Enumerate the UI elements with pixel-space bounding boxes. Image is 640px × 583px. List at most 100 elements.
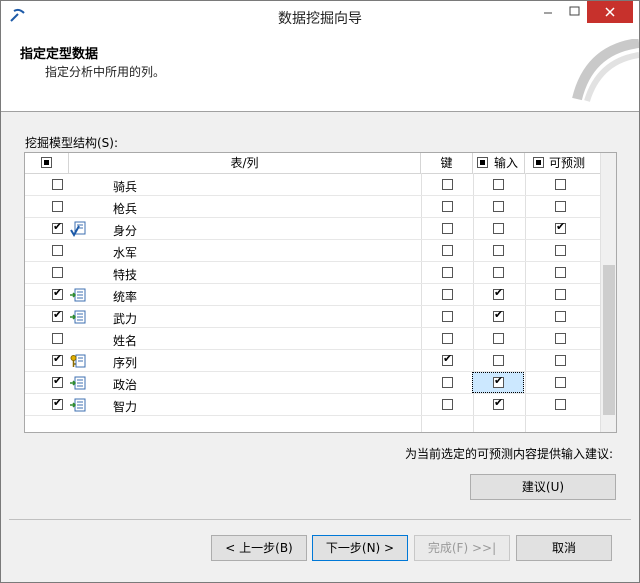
column-name: 序列 [113, 356, 138, 370]
table-row: 智力 [25, 394, 600, 416]
input-checkbox[interactable] [493, 179, 504, 190]
wizard-banner-icon [572, 39, 639, 102]
column-name: 水军 [113, 246, 138, 260]
grid-scrollbar[interactable] [600, 153, 616, 432]
footer-divider [9, 519, 631, 520]
close-icon [605, 7, 615, 17]
table-row: 特技 [25, 262, 600, 284]
suggest-button[interactable]: 建议(U) [470, 474, 616, 500]
key-checkbox[interactable] [442, 245, 453, 256]
predict-checkbox[interactable] [555, 201, 566, 212]
column-name: 枪兵 [113, 202, 138, 216]
input-checkbox[interactable] [493, 355, 504, 366]
table-row: 身分 [25, 218, 600, 240]
key-checkbox[interactable] [442, 352, 453, 366]
use-column-checkbox[interactable] [52, 352, 63, 366]
header-predict: 可预测 [549, 156, 586, 170]
page-title: 指定定型数据 [20, 47, 99, 62]
use-column-checkbox[interactable] [52, 333, 63, 344]
column-name: 姓名 [113, 334, 138, 348]
table-row: 姓名 [25, 328, 600, 350]
input-checkbox[interactable] [493, 308, 504, 322]
structure-label: 挖掘模型结构(S): [25, 136, 119, 150]
wizard-window: 数据挖掘向导 指定定型数据 指定分析中所用的列。 挖掘模型结构(S): 表/列 … [0, 0, 640, 583]
finish-button[interactable]: 完成(F) >>| [414, 535, 510, 561]
header-key: 键 [421, 153, 473, 173]
key-checkbox[interactable] [442, 201, 453, 212]
minimize-button[interactable] [533, 1, 563, 23]
key-checkbox[interactable] [442, 399, 453, 410]
table-row: 武力 [25, 306, 600, 328]
use-column-checkbox[interactable] [52, 179, 63, 190]
maximize-icon [569, 6, 580, 16]
column-name: 武力 [113, 312, 138, 326]
predict-checkbox[interactable] [555, 399, 566, 410]
use-column-checkbox[interactable] [52, 201, 63, 212]
key-column-icon [70, 353, 86, 369]
use-column-checkbox[interactable] [52, 267, 63, 278]
header-input-checkbox[interactable] [477, 157, 488, 168]
column-name: 身分 [113, 224, 138, 238]
input-checkbox[interactable] [493, 396, 504, 410]
key-checkbox[interactable] [442, 223, 453, 234]
input-column-icon [70, 309, 86, 325]
use-column-checkbox[interactable] [52, 396, 63, 410]
predict-checkbox[interactable] [555, 289, 566, 300]
cancel-button[interactable]: 取消 [516, 535, 612, 561]
header-use-checkbox[interactable] [41, 157, 52, 168]
grid-header: 表/列 键 输入 可预测 [25, 153, 600, 174]
input-checkbox[interactable] [493, 267, 504, 278]
key-checkbox[interactable] [442, 179, 453, 190]
key-checkbox[interactable] [442, 377, 453, 388]
header-input: 输入 [494, 156, 519, 170]
use-column-checkbox[interactable] [52, 245, 63, 256]
table-row: 水军 [25, 240, 600, 262]
header-predict-checkbox[interactable] [533, 157, 544, 168]
column-name: 政治 [113, 378, 138, 392]
column-name: 统率 [113, 290, 138, 304]
page-subtitle: 指定分析中所用的列。 [45, 65, 166, 79]
predict-checkbox[interactable] [555, 311, 566, 322]
scrollbar-thumb[interactable] [603, 265, 615, 415]
key-checkbox[interactable] [442, 333, 453, 344]
table-row: 政治 [25, 372, 600, 394]
next-button[interactable]: 下一步(N) > [312, 535, 408, 561]
predict-checkbox[interactable] [555, 267, 566, 278]
table-row: 枪兵 [25, 196, 600, 218]
predict-checkbox[interactable] [555, 179, 566, 190]
back-button[interactable]: < 上一步(B) [211, 535, 307, 561]
input-checkbox[interactable] [493, 245, 504, 256]
input-checkbox[interactable] [493, 201, 504, 212]
table-row: 序列 [25, 350, 600, 372]
input-column-icon [70, 397, 86, 413]
header-table-column: 表/列 [69, 153, 421, 173]
input-checkbox[interactable] [493, 286, 504, 300]
predict-checkbox[interactable] [555, 355, 566, 366]
header-predict-cell: 可预测 [525, 153, 600, 173]
predict-checkbox[interactable] [555, 220, 566, 234]
key-checkbox[interactable] [442, 267, 453, 278]
input-checkbox[interactable] [493, 223, 504, 234]
table-row: 骑兵 [25, 174, 600, 196]
header-use-cell [25, 153, 69, 173]
use-column-checkbox[interactable] [52, 374, 63, 388]
use-column-checkbox[interactable] [52, 220, 63, 234]
suggest-hint: 为当前选定的可预测内容提供输入建议: [404, 447, 613, 461]
input-checkbox[interactable] [493, 333, 504, 344]
column-name: 特技 [113, 268, 138, 282]
wizard-header: 指定定型数据 指定分析中所用的列。 [1, 31, 639, 112]
input-checkbox[interactable] [493, 374, 504, 388]
predict-checkbox[interactable] [555, 333, 566, 344]
key-checkbox[interactable] [442, 289, 453, 300]
predict-checkbox[interactable] [555, 245, 566, 256]
header-input-cell: 输入 [473, 153, 525, 173]
title-bar[interactable]: 数据挖掘向导 [1, 1, 639, 31]
column-name: 骑兵 [113, 180, 138, 194]
use-column-checkbox[interactable] [52, 308, 63, 322]
key-checkbox[interactable] [442, 311, 453, 322]
predict-checkbox[interactable] [555, 377, 566, 388]
column-name: 智力 [113, 400, 138, 414]
use-column-checkbox[interactable] [52, 286, 63, 300]
close-button[interactable] [587, 1, 633, 23]
table-row: 统率 [25, 284, 600, 306]
